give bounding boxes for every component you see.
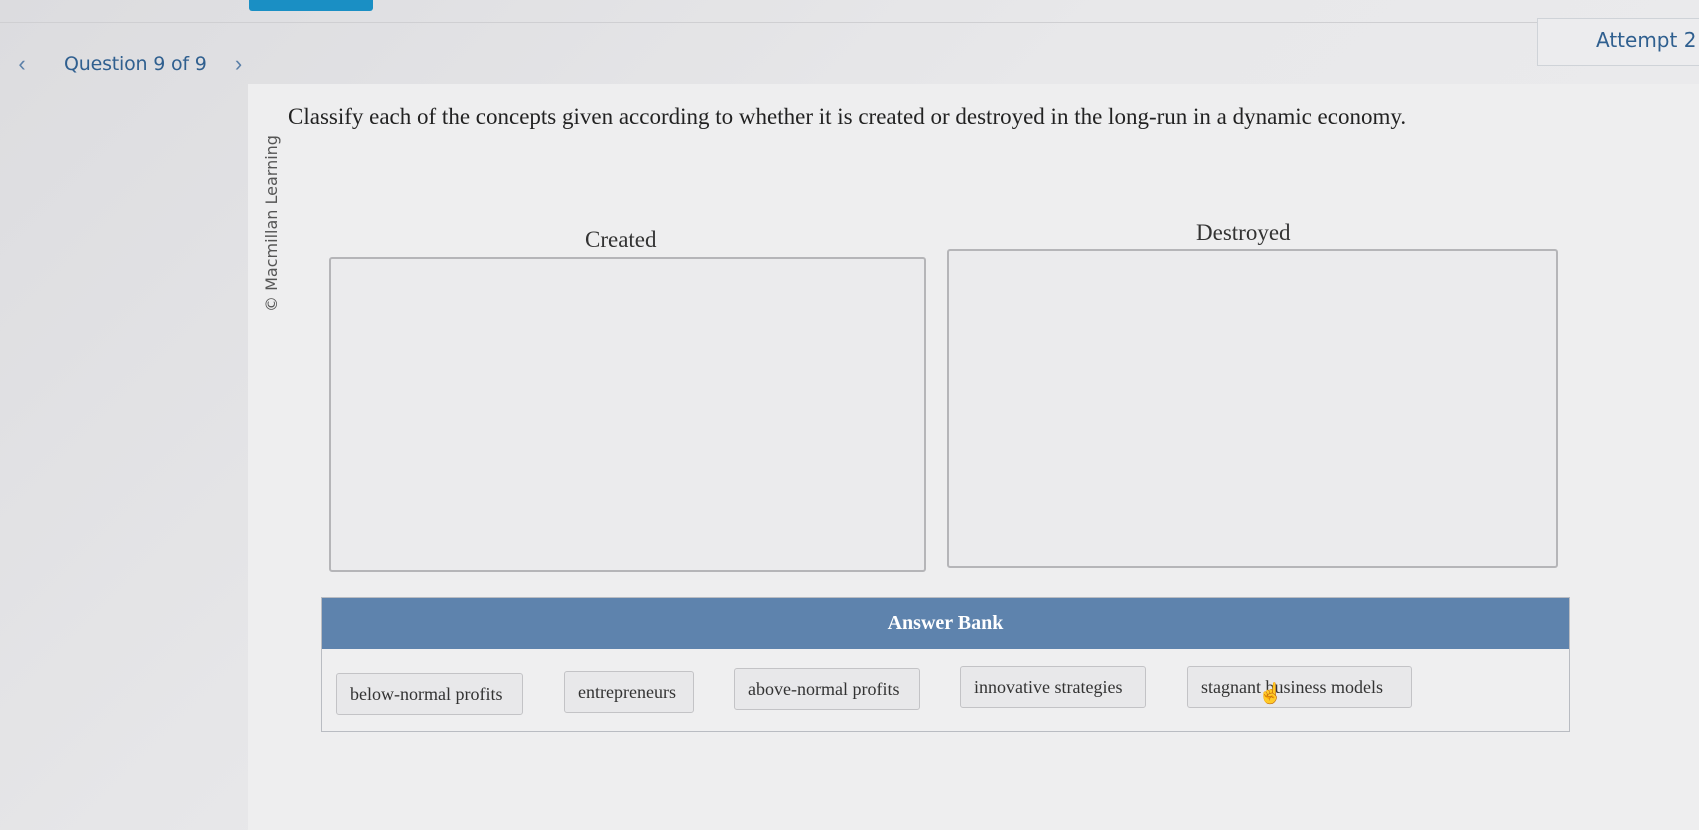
chevron-right-icon[interactable]: ›	[219, 51, 259, 77]
chevron-left-icon[interactable]: ‹	[2, 51, 42, 77]
question-counter: Question 9 of 9	[64, 53, 207, 75]
hand-pointer-icon: ☝	[1258, 683, 1283, 705]
top-tab-indicator[interactable]	[249, 0, 373, 11]
copyright-watermark: © Macmillan Learning	[261, 123, 281, 323]
watermark-text: © Macmillan Learning	[261, 134, 281, 312]
answer-chip-entrepreneurs[interactable]: entrepreneurs	[564, 671, 694, 713]
answer-chip-above-normal-profits[interactable]: above-normal profits	[734, 668, 920, 710]
answer-chip-below-normal-profits[interactable]: below-normal profits	[336, 673, 523, 715]
attempt-label: Attempt 2	[1596, 28, 1697, 52]
created-drop-zone[interactable]	[329, 257, 926, 572]
destroyed-drop-zone[interactable]	[947, 249, 1558, 568]
question-prompt: Classify each of the concepts given acco…	[288, 104, 1407, 129]
page: ‹ Question 9 of 9 › Attempt 2 © Macmilla…	[0, 0, 1699, 830]
answer-chip-stagnant-business-models[interactable]: stagnant business models	[1187, 666, 1412, 708]
top-divider	[0, 22, 1699, 23]
question-nav: ‹ Question 9 of 9 ›	[0, 44, 259, 84]
answer-chip-innovative-strategies[interactable]: innovative strategies	[960, 666, 1146, 708]
destroyed-bin-title: Destroyed	[1196, 220, 1291, 245]
created-bin-title: Created	[585, 227, 657, 252]
answer-bank-header: Answer Bank	[322, 598, 1569, 649]
